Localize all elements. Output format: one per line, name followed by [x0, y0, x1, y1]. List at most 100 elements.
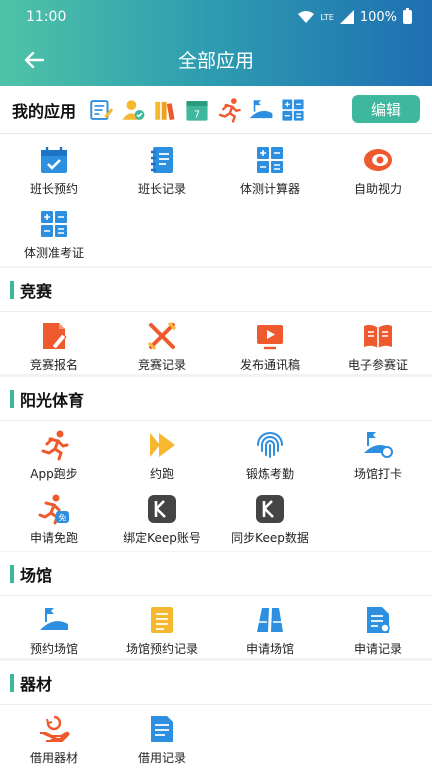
- stadium-icon[interactable]: [248, 97, 274, 123]
- status-indicators: LTE 100%: [297, 8, 412, 25]
- doc-lines-icon: [151, 716, 173, 742]
- my-apps-grid: 班长预约 班长记录 体测计算器 自助视力体测准考证: [0, 134, 432, 266]
- network-type: LTE: [320, 12, 334, 22]
- badge-text: 免: [59, 513, 67, 523]
- battery-text: 100%: [359, 9, 397, 25]
- section-header: 阳光体育: [0, 377, 432, 421]
- section-accent-bar: [10, 389, 14, 408]
- app-label: 申请记录: [353, 642, 402, 656]
- edit-doc-icon: [43, 323, 67, 350]
- app-item[interactable]: 免申请免跑: [0, 485, 108, 549]
- tv-play-icon: [257, 325, 283, 350]
- edit-button[interactable]: 编辑: [352, 95, 420, 123]
- section-title: 竞赛: [20, 281, 53, 301]
- app-label: 借用记录: [137, 751, 186, 765]
- app-label: 自助视力: [353, 182, 402, 196]
- app-item[interactable]: 体测计算器: [216, 136, 324, 200]
- app-label: 场馆预约记录: [125, 642, 198, 656]
- fingerprint-icon: [257, 432, 283, 458]
- app-item[interactable]: 自助视力: [324, 136, 432, 200]
- status-time: 11:00: [26, 9, 67, 25]
- app-label: App跑步: [30, 467, 78, 481]
- competition-grid: 竞赛报名 竞赛记录 发布通讯稿 电子参赛证: [0, 312, 432, 376]
- app-label: 班长记录: [137, 182, 186, 196]
- section-accent-bar: [10, 564, 14, 583]
- app-item[interactable]: 发布通讯稿: [216, 312, 324, 376]
- venue-grid: 预约场馆 场馆预约记录 申请场馆 申请记录: [0, 596, 432, 660]
- app-item[interactable]: 预约场馆: [0, 596, 108, 660]
- page-title: 全部应用: [177, 50, 254, 72]
- app-item[interactable]: 同步Keep数据: [216, 485, 324, 549]
- books-icon[interactable]: [152, 97, 178, 123]
- open-book-icon: [364, 324, 392, 348]
- equipment-grid: 借用器材 借用记录: [0, 705, 432, 768]
- section-title: 阳光体育: [20, 390, 85, 410]
- list-doc-icon: [151, 607, 173, 633]
- app-item[interactable]: 场馆预约记录: [108, 596, 216, 660]
- section-header: 器材: [0, 661, 432, 705]
- app-item[interactable]: 锻炼考勤: [216, 421, 324, 485]
- app-label: 电子参赛证: [347, 358, 408, 372]
- app-item[interactable]: 借用记录: [108, 705, 216, 768]
- building-icon: [257, 608, 283, 632]
- keep-icon: [148, 495, 176, 523]
- calculator-icon[interactable]: [280, 97, 306, 123]
- stadium-icon: [40, 608, 68, 630]
- section-header: 竞赛: [0, 268, 432, 312]
- eye-icon: [364, 149, 392, 171]
- user-check-icon[interactable]: [120, 97, 146, 123]
- app-item[interactable]: 借用器材: [0, 705, 108, 768]
- app-label: 竞赛记录: [137, 358, 186, 372]
- my-apps-bar: 我的应用 7 编辑: [0, 86, 432, 134]
- app-label: 场馆打卡: [353, 467, 402, 481]
- app-label: 体测准考证: [23, 246, 84, 260]
- hand-return-icon: [40, 715, 70, 742]
- app-item[interactable]: 申请场馆: [216, 596, 324, 660]
- top-apps-grid: 班长预约 班长记录 体测计算器 自助视力体测准考证: [0, 134, 432, 264]
- app-label: 申请场馆: [245, 642, 294, 656]
- play-icon: [150, 433, 175, 457]
- form-edit-icon[interactable]: [88, 97, 114, 123]
- my-apps-title: 我的应用: [12, 101, 77, 121]
- crossed-swords-icon: [147, 321, 177, 351]
- app-item[interactable]: 电子参赛证: [324, 312, 432, 376]
- calendar-check-icon: [41, 147, 67, 173]
- app-item[interactable]: 约跑: [108, 421, 216, 485]
- app-item[interactable]: App跑步: [0, 421, 108, 485]
- app-item[interactable]: 申请记录: [324, 596, 432, 660]
- section-title: 场馆: [20, 565, 53, 585]
- app-label: 体测计算器: [239, 182, 300, 196]
- calculator-icon: [257, 147, 283, 173]
- keep-icon: [256, 495, 284, 523]
- app-label: 发布通讯稿: [239, 358, 300, 372]
- app-item[interactable]: 竞赛报名: [0, 312, 108, 376]
- app-label: 预约场馆: [29, 642, 78, 656]
- section-accent-bar: [10, 280, 14, 299]
- runner-icon: [41, 430, 69, 461]
- app-label: 借用器材: [29, 751, 78, 765]
- app-item[interactable]: 绑定Keep账号: [108, 485, 216, 549]
- app-label: 锻炼考勤: [245, 467, 294, 481]
- app-item[interactable]: 场馆打卡: [324, 421, 432, 485]
- battery-icon: [403, 8, 412, 24]
- section-title: 器材: [20, 674, 53, 694]
- app-label: 绑定Keep账号: [123, 531, 201, 545]
- sunshine-grid: App跑步 约跑锻炼考勤 场馆打卡免申请免跑绑定Keep账号 同步Keep数据: [0, 421, 432, 549]
- app-label: 同步Keep数据: [231, 531, 309, 545]
- my-apps-shortcuts: 7: [88, 97, 306, 123]
- doc-check-icon: [367, 607, 390, 633]
- app-item[interactable]: 班长记录: [108, 136, 216, 200]
- calculator-icon: [41, 211, 67, 237]
- app-label: 竞赛报名: [29, 358, 78, 372]
- app-label: 班长预约: [29, 182, 78, 196]
- app-item[interactable]: 班长预约: [0, 136, 108, 200]
- app-item[interactable]: 竞赛记录: [108, 312, 216, 376]
- stadium-check-icon: [364, 432, 393, 458]
- runner-icon[interactable]: [216, 97, 242, 123]
- wifi-icon: [297, 11, 314, 23]
- app-item[interactable]: 体测准考证: [0, 200, 108, 264]
- section-sunshine-sports: 阳光体育 App跑步 约跑锻炼考勤 场馆打卡免申请免跑绑定Keep账号 同步Keep数…: [0, 377, 432, 551]
- signal-icon: [339, 10, 354, 24]
- calendar-icon[interactable]: 7: [184, 97, 210, 123]
- section-competition: 竞赛 竞赛报名 竞赛记录 发布通讯稿 电子参赛证: [0, 268, 432, 374]
